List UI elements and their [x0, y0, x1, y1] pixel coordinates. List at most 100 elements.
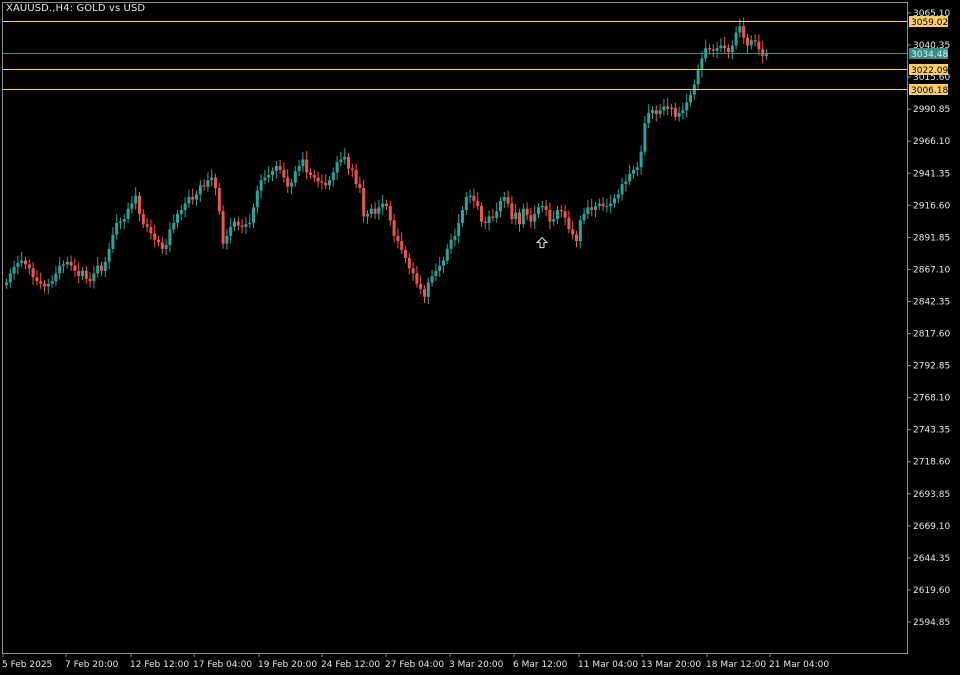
- candle: [92, 266, 96, 289]
- candle: [138, 191, 141, 222]
- x-tick-label: 19 Feb 20:00: [258, 660, 317, 670]
- y-tick-label: 2990.85: [913, 105, 950, 115]
- x-tick-label: 6 Mar 12:00: [513, 660, 568, 670]
- candle: [290, 178, 293, 195]
- candle: [404, 246, 407, 263]
- candle: [69, 255, 73, 271]
- candle: [647, 104, 651, 129]
- candle: [632, 165, 635, 179]
- candle: [400, 232, 404, 255]
- candle: [236, 216, 240, 231]
- candle: [278, 159, 282, 174]
- candle: [122, 213, 126, 230]
- candle: [35, 269, 39, 286]
- candle: [468, 189, 472, 204]
- candle: [84, 265, 88, 284]
- x-tick-label: 11 Mar 04:00: [578, 660, 638, 670]
- candle: [335, 155, 339, 180]
- candle: [202, 179, 206, 191]
- candle: [54, 266, 58, 287]
- candle: [518, 208, 521, 232]
- candle: [20, 251, 24, 267]
- candle: [160, 237, 164, 254]
- candle: [472, 188, 476, 209]
- x-tick-label: 3 Mar 20:00: [449, 660, 504, 670]
- price-tag-label: 3034.48: [911, 50, 948, 60]
- y-tick-label: 2644.35: [913, 554, 950, 564]
- candle: [685, 93, 689, 118]
- candle: [366, 209, 369, 224]
- candle: [377, 200, 381, 221]
- candle: [628, 165, 632, 186]
- candle: [761, 40, 765, 64]
- candle: [658, 104, 662, 119]
- candle: [426, 277, 430, 305]
- candle: [263, 170, 267, 185]
- up-arrow-icon: [535, 236, 549, 249]
- candle: [233, 217, 236, 231]
- candle: [39, 272, 43, 289]
- candle: [172, 214, 176, 234]
- candle: [111, 227, 115, 253]
- candle: [689, 90, 692, 107]
- candle: [711, 44, 715, 57]
- candle: [609, 194, 613, 214]
- candle: [407, 252, 411, 275]
- candle: [483, 216, 487, 230]
- candle: [525, 202, 529, 221]
- candle: [616, 189, 620, 204]
- candle: [681, 102, 685, 120]
- candle: [582, 207, 586, 225]
- y-tick-label: 2619.60: [913, 586, 950, 596]
- candle: [183, 197, 187, 218]
- y-tick-label: 2693.85: [913, 490, 950, 500]
- y-tick-label: 2891.85: [913, 233, 950, 243]
- candle: [601, 197, 605, 212]
- candle: [229, 218, 233, 244]
- candle: [749, 35, 753, 50]
- x-tick-label: 5 Feb 2025: [2, 660, 52, 670]
- candle: [453, 228, 457, 246]
- candle: [502, 191, 506, 209]
- candle: [540, 201, 544, 213]
- candle: [673, 102, 677, 121]
- candle: [704, 39, 708, 63]
- candle: [65, 256, 69, 269]
- candle: [27, 259, 31, 275]
- candle: [164, 238, 168, 256]
- candle: [282, 162, 286, 183]
- candle: [134, 187, 138, 210]
- candle: [191, 188, 195, 205]
- candle: [445, 243, 449, 265]
- candle: [24, 256, 27, 270]
- candle: [765, 49, 768, 60]
- candle: [434, 263, 438, 282]
- candle: [529, 207, 533, 228]
- candle: [115, 214, 119, 240]
- candle: [271, 167, 274, 182]
- candle: [411, 262, 415, 281]
- candle: [563, 205, 567, 226]
- candle: [700, 51, 704, 78]
- candle: [537, 203, 540, 218]
- candle: [635, 162, 639, 177]
- candle: [506, 190, 510, 208]
- candle: [719, 38, 723, 52]
- candle: [96, 257, 100, 278]
- candle: [244, 216, 248, 235]
- candle: [723, 36, 727, 54]
- candle: [369, 203, 373, 218]
- chart-window[interactable]: XAUUSD.,H4: GOLD vs USD 3065.10 3040.35 30…: [0, 0, 960, 675]
- candle: [510, 196, 514, 225]
- candle: [179, 204, 183, 221]
- candle: [559, 204, 563, 218]
- price-chart[interactable]: 3065.103040.353015.602990.852966.102941.…: [0, 0, 960, 675]
- candle: [578, 215, 582, 249]
- x-tick-label: 13 Mar 20:00: [641, 660, 701, 670]
- candle: [670, 103, 673, 117]
- candle: [605, 198, 609, 213]
- y-tick-label: 2867.10: [913, 265, 950, 275]
- candle: [354, 163, 358, 188]
- candle: [100, 261, 103, 276]
- candle: [590, 198, 594, 217]
